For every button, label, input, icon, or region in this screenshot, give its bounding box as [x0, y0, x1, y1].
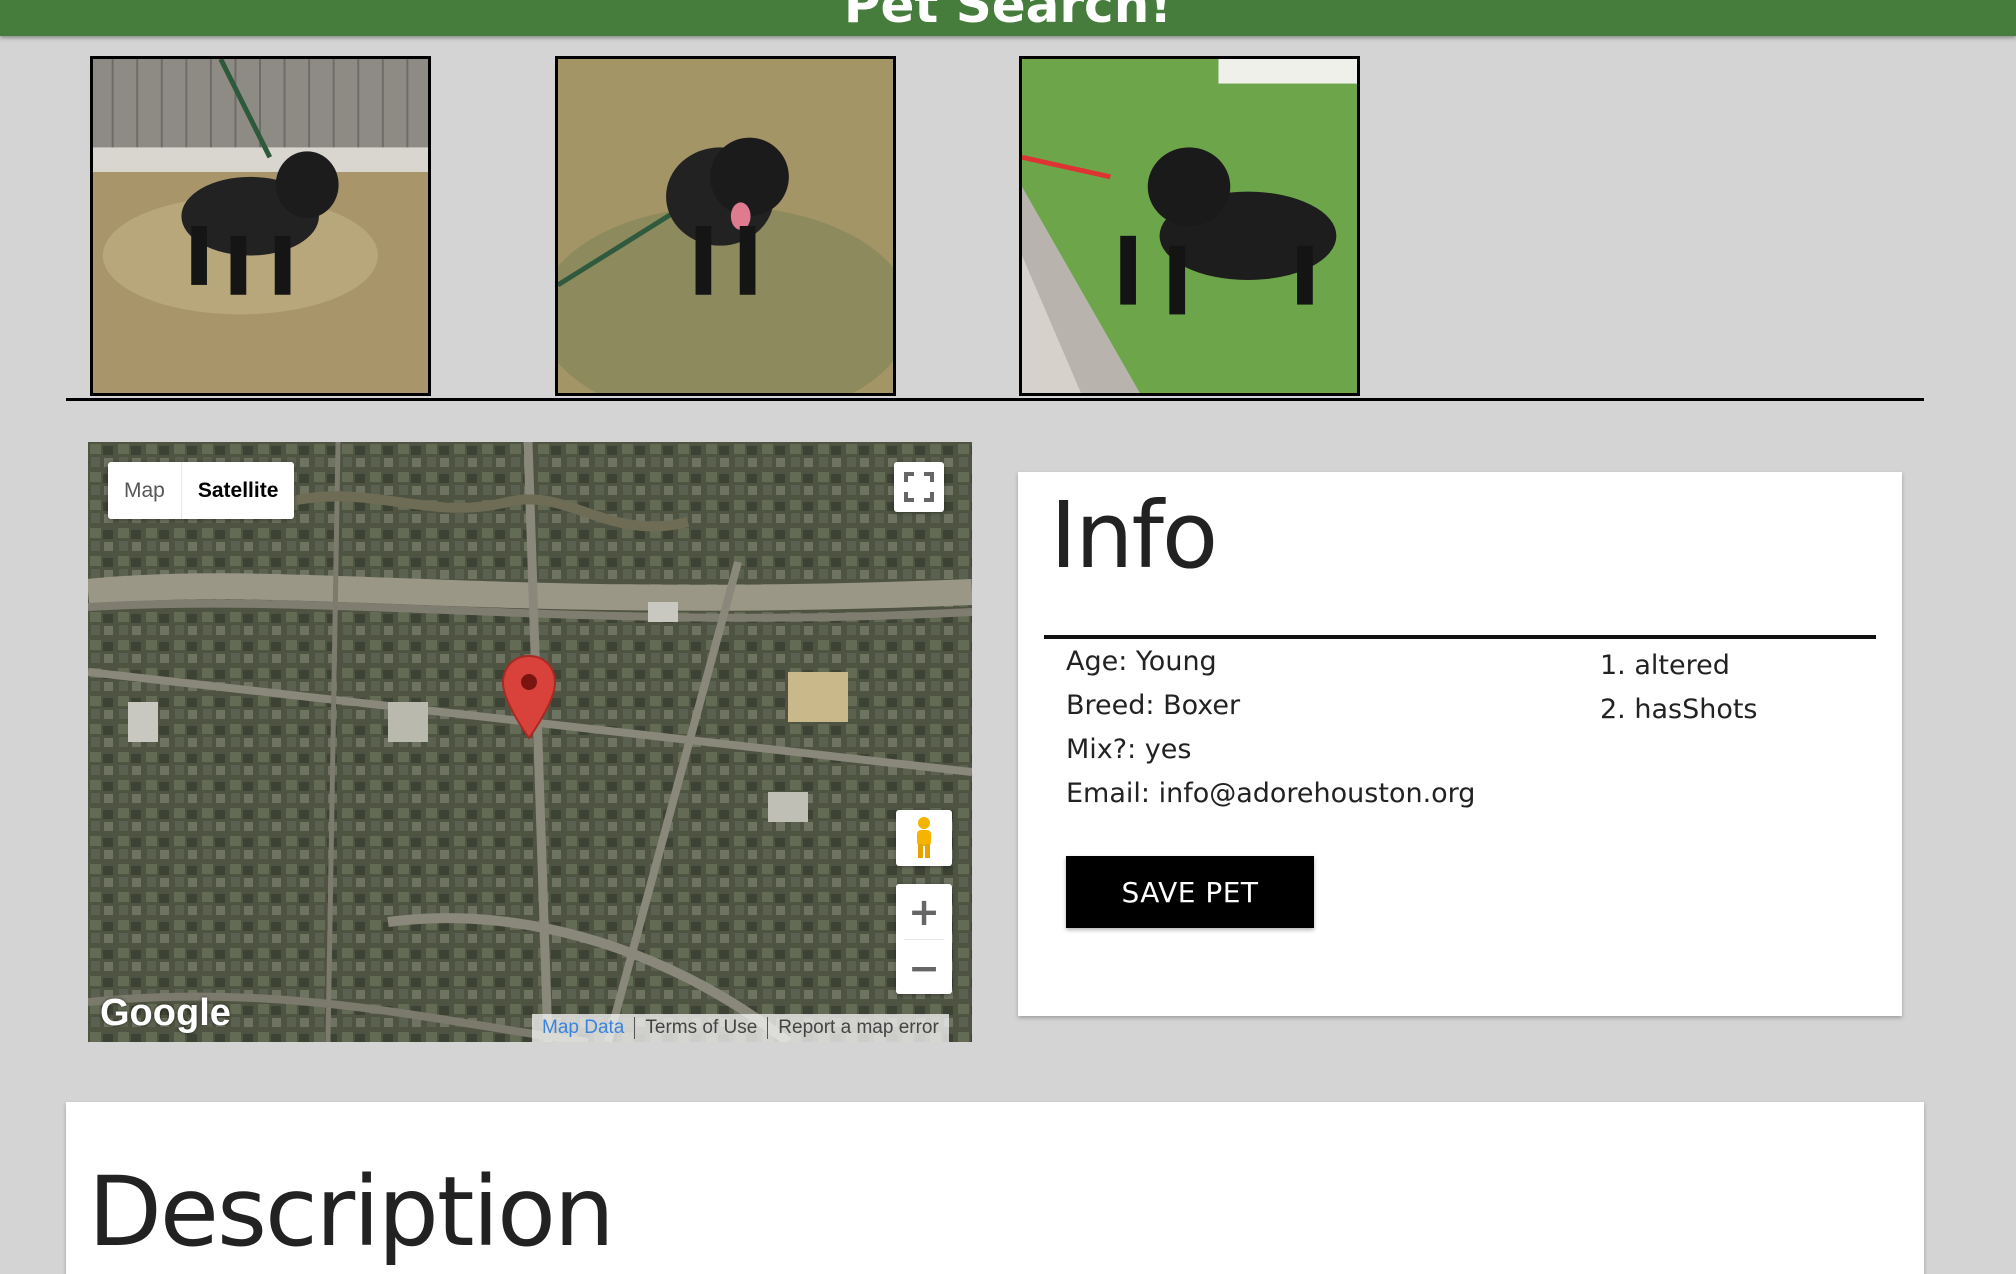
pet-attributes-list: 1. altered 2. hasShots [1600, 644, 1758, 732]
zoom-control: + − [896, 884, 952, 994]
location-map[interactable]: Map Satellite + − Google Map Data Terms … [88, 442, 972, 1042]
info-mix: Mix?: yes [1066, 734, 1192, 765]
info-breed: Breed: Boxer [1066, 690, 1241, 721]
fullscreen-icon [904, 472, 934, 502]
map-type-map-button[interactable]: Map [108, 462, 181, 519]
description-card: Description [66, 1102, 1924, 1274]
map-type-satellite-button[interactable]: Satellite [180, 462, 295, 519]
street-view-pegman-button[interactable] [896, 810, 952, 866]
info-heading: Info [1050, 482, 1218, 589]
fullscreen-button[interactable] [894, 462, 944, 512]
satellite-imagery [88, 442, 972, 1042]
info-card: Info Age: Young Breed: Boxer Mix?: yes E… [1018, 472, 1902, 1016]
info-email: Email: info@adorehouston.org [1066, 778, 1476, 809]
page-title: Pet Search! [843, 0, 1173, 34]
pet-photo-2[interactable] [555, 56, 896, 396]
info-divider [1044, 635, 1876, 639]
terms-of-use-link[interactable]: Terms of Use [635, 1017, 769, 1039]
pegman-icon [917, 817, 931, 858]
map-type-control: Map Satellite [108, 462, 295, 519]
save-pet-button[interactable]: SAVE PET [1066, 856, 1314, 928]
report-map-error-link[interactable]: Report a map error [768, 1017, 949, 1039]
map-footer: Map Data Terms of Use Report a map error [532, 1014, 949, 1042]
location-pin-icon[interactable] [500, 654, 558, 740]
info-details: Age: Young Breed: Boxer Mix?: yes Email:… [1066, 640, 1475, 816]
map-data-link[interactable]: Map Data [532, 1017, 636, 1039]
description-heading: Description [88, 1156, 615, 1268]
attribute-item: 2. hasShots [1600, 694, 1758, 725]
zoom-out-button[interactable]: − [896, 940, 952, 995]
attribute-item: 1. altered [1600, 650, 1730, 681]
pet-photo-1[interactable] [90, 56, 431, 396]
app-header: Pet Search! [0, 0, 2016, 36]
google-logo: Google [100, 992, 231, 1034]
pet-photo-3[interactable] [1019, 56, 1360, 396]
photos-divider [66, 398, 1924, 401]
info-age: Age: Young [1066, 646, 1217, 677]
zoom-in-button[interactable]: + [896, 884, 952, 939]
